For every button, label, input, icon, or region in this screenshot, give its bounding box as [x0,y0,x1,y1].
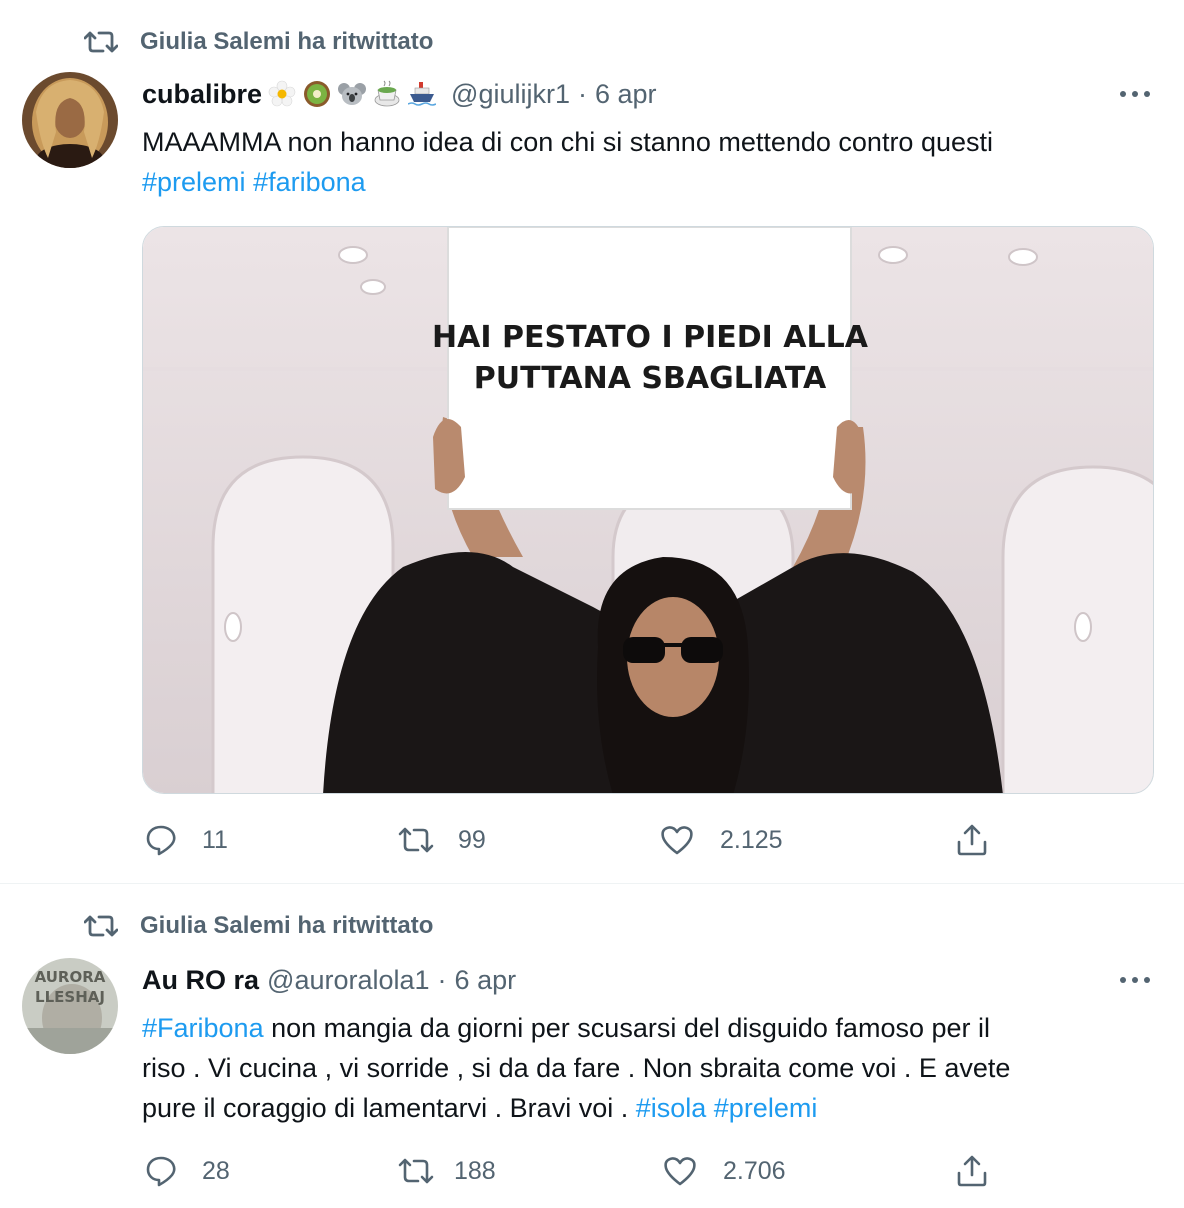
like-button[interactable]: 2.706 [663,1154,786,1188]
tweet-header: cubalibre @giulijkr1 · 6 apr [142,74,657,114]
retweet-icon [398,827,434,853]
tweet-text-segment: pure il coraggio di lamentarvi . Bravi v… [142,1093,636,1123]
ship-emoji [408,82,437,106]
tweet-text: MAAAMMA non hanno idea di con chi si sta… [142,122,1142,202]
retweet-count: 99 [458,825,486,854]
reply-button[interactable]: 28 [144,1154,230,1188]
tweet-text-segment: non mangia da giorni per scusarsi del di… [263,1013,990,1043]
retweet-label[interactable]: Giulia Salemi ha ritwittato [140,28,433,56]
tweet-header: Au RO ra @auroralola1 · 6 apr [142,960,516,1000]
tweet-text-line: pure il coraggio di lamentarvi . Bravi v… [142,1088,1142,1128]
tweet-2[interactable]: Giulia Salemi ha ritwittato AURORA LLESH… [0,884,1184,1208]
tweet-hashtags: #prelemi #faribona [142,162,1142,202]
heart-icon [661,826,693,855]
retweet-label[interactable]: Giulia Salemi ha ritwittato [140,912,433,940]
like-count: 2.706 [723,1156,786,1185]
separator-dot: · [437,964,447,995]
tweet-text-line: MAAAMMA non hanno idea di con chi si sta… [142,127,994,157]
retweet-button[interactable]: 188 [396,1154,496,1188]
tweet-text-line: #Faribona non mangia da giorni per scusa… [142,1008,1142,1048]
retweet-context[interactable]: Giulia Salemi ha ritwittato [84,910,433,942]
avatar-image [22,72,118,168]
sign-text-line: PUTTANA SBAGLIATA [474,361,827,396]
retweet-count: 188 [454,1156,496,1185]
reply-count: 11 [202,825,228,854]
author-handle[interactable]: @giulijkr1 [451,79,570,110]
share-icon[interactable] [955,1154,989,1188]
like-count: 2.125 [720,825,783,854]
heart-icon [664,1157,696,1186]
separator-dot: · [578,78,587,109]
more-options-icon[interactable] [1118,84,1152,104]
hashtag-link[interactable]: #isola [636,1093,707,1123]
retweet-icon [398,1158,434,1184]
more-options-icon[interactable] [1118,970,1152,990]
author-emojis [268,80,443,108]
avatar[interactable] [22,72,118,168]
retweet-icon [84,915,118,937]
author-name[interactable]: Au RO ra [142,965,259,996]
meme-photo: HAI PESTATO I PIEDI ALLA PUTTANA SBAGLIA… [143,227,1153,793]
koala-emoji [338,83,367,105]
hashtag-link[interactable]: #prelemi [714,1093,818,1123]
tweet-text: #Faribona non mangia da giorni per scusa… [142,1008,1142,1128]
tweet-text-line: riso . Vi cucina , vi sorride , si da da… [142,1053,1011,1083]
tweet-date[interactable]: 6 apr [595,79,657,110]
reply-icon [146,825,176,856]
share-icon[interactable] [955,823,989,857]
tweet-1[interactable]: Giulia Salemi ha ritwittato cubalibre @g… [0,0,1184,883]
retweet-context[interactable]: Giulia Salemi ha ritwittato [84,26,433,58]
avatar[interactable]: AURORA LLESHAJ [22,958,118,1054]
hashtag-link[interactable]: #faribona [253,167,366,197]
author-handle[interactable]: @auroralola1 [267,965,430,996]
like-button[interactable]: 2.125 [660,823,783,857]
kiwi-emoji [304,81,331,107]
tweet-date[interactable]: 6 apr [455,965,517,996]
tweet-media-image[interactable]: HAI PESTATO I PIEDI ALLA PUTTANA SBAGLIA… [142,226,1154,794]
avatar-text: AURORA [35,968,106,986]
flower-emoji [268,80,296,107]
hashtag-link[interactable]: #prelemi [142,167,246,197]
sign-text-line: HAI PESTATO I PIEDI ALLA [432,320,869,355]
retweet-button[interactable]: 99 [396,823,486,857]
reply-count: 28 [202,1156,230,1185]
matcha-emoji [374,80,400,107]
author-name[interactable]: cubalibre [142,79,262,110]
avatar-image: AURORA LLESHAJ [22,958,118,1054]
reply-button[interactable]: 11 [144,823,228,857]
retweet-icon [84,31,118,53]
reply-icon [146,1156,176,1187]
avatar-text: LLESHAJ [35,988,105,1006]
hashtag-link[interactable]: #Faribona [142,1013,264,1043]
